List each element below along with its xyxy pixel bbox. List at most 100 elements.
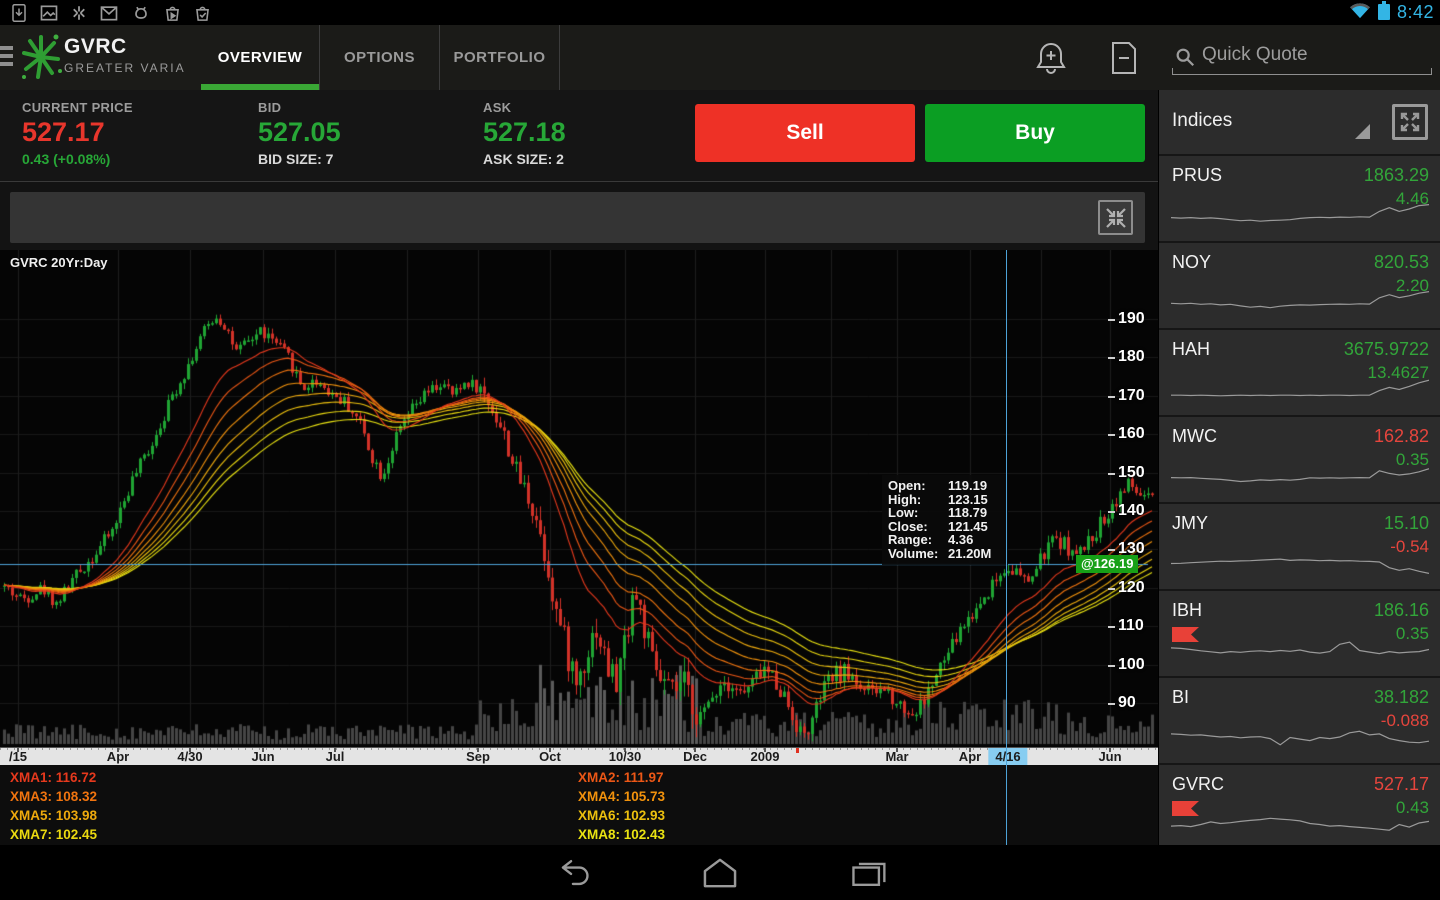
xma-value-label: XMA2: 111.97 <box>578 768 665 787</box>
index-value: 527.17 <box>1374 774 1429 795</box>
xma-value-label: XMA6: 102.93 <box>578 806 665 825</box>
bid-size: BID SIZE: 7 <box>258 151 341 167</box>
recents-icon[interactable] <box>846 855 890 891</box>
dropdown-triangle-icon[interactable] <box>1355 124 1370 139</box>
y-axis-tick: 190 <box>1118 310 1145 328</box>
x-axis-tick: Apr <box>959 749 981 765</box>
index-value: 1863.29 <box>1364 165 1429 186</box>
tab-portfolio[interactable]: PORTFOLIO <box>440 25 560 90</box>
indices-sidebar: Indices PRUS1863.294.46NOY820.532.20HAH3… <box>1158 90 1440 845</box>
index-sparkline <box>1171 287 1429 322</box>
xma-value-label: XMA3: 108.32 <box>10 787 97 806</box>
buy-button[interactable]: Buy <box>925 104 1145 162</box>
ohlc-tooltip: Open:119.19 High:123.15 Low:118.79 Close… <box>882 475 1008 565</box>
app-screen: 8:42 GVRC GREATER VARIA OVERVIEW OPTIONS… <box>0 0 1440 900</box>
crosshair-price-tag: @126.19 <box>1076 555 1138 573</box>
brand-symbol: GVRC <box>64 35 186 59</box>
index-row-jmy[interactable]: JMY15.10-0.54 <box>1159 504 1440 591</box>
index-sparkline <box>1171 374 1429 409</box>
index-symbol: PRUS <box>1172 165 1222 186</box>
y-axis-tick: 170 <box>1118 387 1145 405</box>
index-row-ibh[interactable]: IBH186.160.35 <box>1159 591 1440 678</box>
tab-options[interactable]: OPTIONS <box>320 25 440 90</box>
menu-icon[interactable] <box>0 46 14 70</box>
index-value: 186.16 <box>1374 600 1429 621</box>
note-remove-icon[interactable] <box>1110 41 1138 80</box>
shop-check-icon <box>193 3 212 23</box>
xma-value-label: XMA1: 116.72 <box>10 768 97 787</box>
chart-x-axis: /15Apr4/30JunJulSepOct10/30Dec2009MarApr… <box>0 747 1158 765</box>
brand-company: GREATER VARIA <box>64 61 186 75</box>
collapsed-panel[interactable] <box>10 192 1145 243</box>
wifi-icon <box>1349 1 1371 24</box>
bid-value: 527.05 <box>258 117 341 148</box>
xma-value-label: XMA5: 103.98 <box>10 806 97 825</box>
gallery-icon <box>39 3 59 23</box>
index-value: 15.10 <box>1384 513 1429 534</box>
chart-pane: CURRENT PRICE 527.17 0.43 (+0.08%) BID 5… <box>0 90 1158 845</box>
system-nav-bar <box>0 845 1440 900</box>
x-axis-tick: 2009 <box>751 749 780 765</box>
x-axis-tick: Mar <box>885 749 908 765</box>
index-sparkline <box>1171 722 1429 757</box>
xma-value-label: XMA8: 102.43 <box>578 825 665 844</box>
index-symbol: BI <box>1172 687 1189 708</box>
app-starburst-icon <box>70 3 88 23</box>
index-value: 38.182 <box>1374 687 1429 708</box>
y-axis-tick: 100 <box>1118 656 1145 674</box>
index-row-noy[interactable]: NOY820.532.20 <box>1159 243 1440 330</box>
ask-size: ASK SIZE: 2 <box>483 151 566 167</box>
sell-button[interactable]: Sell <box>695 104 915 162</box>
app-logo-starburst-icon <box>20 31 62 88</box>
quick-quote-input[interactable]: Quick Quote <box>1172 37 1432 79</box>
y-axis-tick: 140 <box>1118 502 1145 520</box>
x-axis-tick: Dec <box>683 749 707 765</box>
index-value: 820.53 <box>1374 252 1429 273</box>
current-price-value: 527.17 <box>22 117 133 148</box>
x-axis-tick-selected: 4/16 <box>988 748 1027 766</box>
x-axis-tick: 10/30 <box>609 749 642 765</box>
notification-icons <box>0 3 212 23</box>
x-axis-tick: 4/30 <box>177 749 202 765</box>
alert-add-icon[interactable] <box>1035 41 1067 80</box>
index-symbol: NOY <box>1172 252 1211 273</box>
collapse-arrows-icon[interactable] <box>1098 200 1133 235</box>
index-symbol: GVRC <box>1172 774 1224 795</box>
y-axis-tick: 120 <box>1118 579 1145 597</box>
index-sparkline <box>1171 635 1429 670</box>
x-axis-tick: Jun <box>1098 749 1121 765</box>
brand-block: GVRC GREATER VARIA <box>64 35 186 75</box>
quick-quote-placeholder: Quick Quote <box>1202 44 1308 66</box>
back-icon[interactable] <box>550 855 594 891</box>
x-axis-tick: Oct <box>539 749 561 765</box>
sidebar-title: Indices <box>1172 110 1232 132</box>
index-row-mwc[interactable]: MWC162.820.35 <box>1159 417 1440 504</box>
crosshair-vertical-line <box>1006 250 1007 845</box>
x-axis-tick: Sep <box>466 749 490 765</box>
index-row-hah[interactable]: HAH3675.972213.4627 <box>1159 330 1440 417</box>
index-value: 162.82 <box>1374 426 1429 447</box>
x-axis-tick: Jun <box>251 749 274 765</box>
index-symbol: JMY <box>1172 513 1208 534</box>
y-axis-tick: 110 <box>1118 617 1144 635</box>
tab-bar: OVERVIEW OPTIONS PORTFOLIO <box>200 25 560 90</box>
y-axis-tick: 180 <box>1118 348 1145 366</box>
index-row-gvrc[interactable]: GVRC527.170.43 <box>1159 765 1440 845</box>
android-icon <box>130 3 152 23</box>
index-sparkline <box>1171 200 1429 235</box>
download-icon <box>10 3 28 23</box>
tab-overview[interactable]: OVERVIEW <box>200 25 320 90</box>
candlestick-chart[interactable]: GVRC 20Yr:Day 19018017016015014013012011… <box>0 250 1158 747</box>
price-panel: CURRENT PRICE 527.17 0.43 (+0.08%) BID 5… <box>0 90 1158 182</box>
xma-value-label: XMA4: 105.73 <box>578 787 665 806</box>
x-axis-tick: Apr <box>107 749 129 765</box>
index-row-bi[interactable]: BI38.182-0.088 <box>1159 678 1440 765</box>
index-row-prus[interactable]: PRUS1863.294.46 <box>1159 156 1440 243</box>
home-icon[interactable] <box>698 855 742 891</box>
ask-label: ASK <box>483 100 566 115</box>
expand-arrows-icon[interactable] <box>1392 104 1428 140</box>
current-price-label: CURRENT PRICE <box>22 100 133 115</box>
gmail-icon <box>99 3 119 23</box>
index-value: 3675.9722 <box>1344 339 1429 360</box>
status-bar: 8:42 <box>0 0 1440 25</box>
